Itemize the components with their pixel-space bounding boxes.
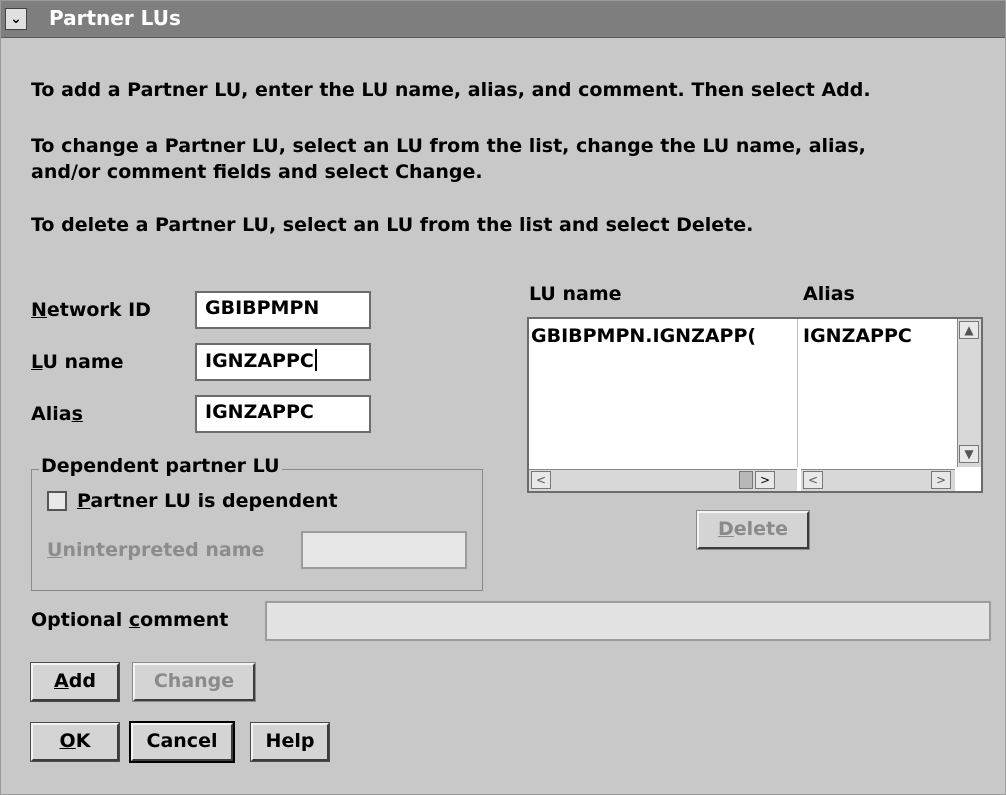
scroll-up-icon[interactable]: ▲ — [959, 321, 979, 339]
optional-comment-label: Optional comment — [31, 609, 229, 631]
lu-name-field[interactable]: IGNZAPPC — [195, 343, 371, 381]
scroll-right-icon[interactable]: > — [931, 471, 951, 489]
scroll-thumb[interactable] — [739, 471, 753, 489]
instruction-delete: To delete a Partner LU, select an LU fro… — [31, 214, 754, 236]
partner-lus-dialog: ⌄ Partner LUs To add a Partner LU, enter… — [0, 0, 1006, 795]
alias-label: Alias — [31, 403, 83, 425]
uninterpreted-name-label: Uninterpreted name — [47, 539, 265, 561]
vertical-scrollbar[interactable]: ▲ ▼ — [957, 319, 981, 467]
network-id-field[interactable]: GBIBPMPN — [195, 291, 371, 329]
partner-lu-dependent-checkbox[interactable] — [47, 491, 67, 511]
ok-button[interactable]: OK — [30, 722, 120, 762]
instruction-change-line1: To change a Partner LU, select an LU fro… — [31, 135, 866, 157]
add-button[interactable]: Add — [30, 662, 120, 702]
scroll-left-icon[interactable]: < — [531, 471, 551, 489]
network-id-label: Network ID — [31, 299, 151, 321]
text-caret — [314, 349, 317, 371]
uninterpreted-name-field[interactable] — [301, 531, 467, 569]
help-button[interactable]: Help — [250, 722, 330, 762]
scroll-right-icon[interactable]: > — [755, 471, 775, 489]
window-title: Partner LUs — [49, 6, 181, 30]
delete-button[interactable]: Delete — [696, 510, 810, 550]
change-button[interactable]: Change — [132, 662, 256, 702]
system-menu-icon[interactable]: ⌄ — [5, 8, 27, 30]
scroll-left-icon[interactable]: < — [803, 471, 823, 489]
cancel-button[interactable]: Cancel — [129, 721, 235, 763]
list-header-lu-name: LU name — [529, 283, 622, 305]
dependent-partner-lu-legend: Dependent partner LU — [39, 455, 282, 477]
instruction-change-line2: and/or comment fields and select Change. — [31, 161, 483, 183]
partner-lu-list[interactable]: GBIBPMPN.IGNZAPP( IGNZAPPC ▲ ▼ < > < > — [527, 317, 983, 493]
lu-name-horizontal-scrollbar[interactable]: < > — [529, 469, 797, 491]
list-item-lu-name[interactable]: GBIBPMPN.IGNZAPP( — [531, 325, 771, 347]
title-bar[interactable]: ⌄ Partner LUs — [1, 1, 1005, 38]
alias-field[interactable]: IGNZAPPC — [195, 395, 371, 433]
list-header-alias: Alias — [803, 283, 855, 305]
list-item-alias[interactable]: IGNZAPPC — [803, 325, 953, 347]
alias-horizontal-scrollbar[interactable]: < > — [801, 469, 955, 491]
lu-name-label: LU name — [31, 351, 124, 373]
dependent-partner-lu-group — [31, 469, 483, 591]
optional-comment-field[interactable] — [265, 601, 991, 641]
scroll-down-icon[interactable]: ▼ — [959, 445, 979, 463]
instruction-add: To add a Partner LU, enter the LU name, … — [31, 79, 871, 101]
column-divider — [797, 319, 798, 467]
partner-lu-dependent-label[interactable]: Partner LU is dependent — [77, 490, 338, 512]
